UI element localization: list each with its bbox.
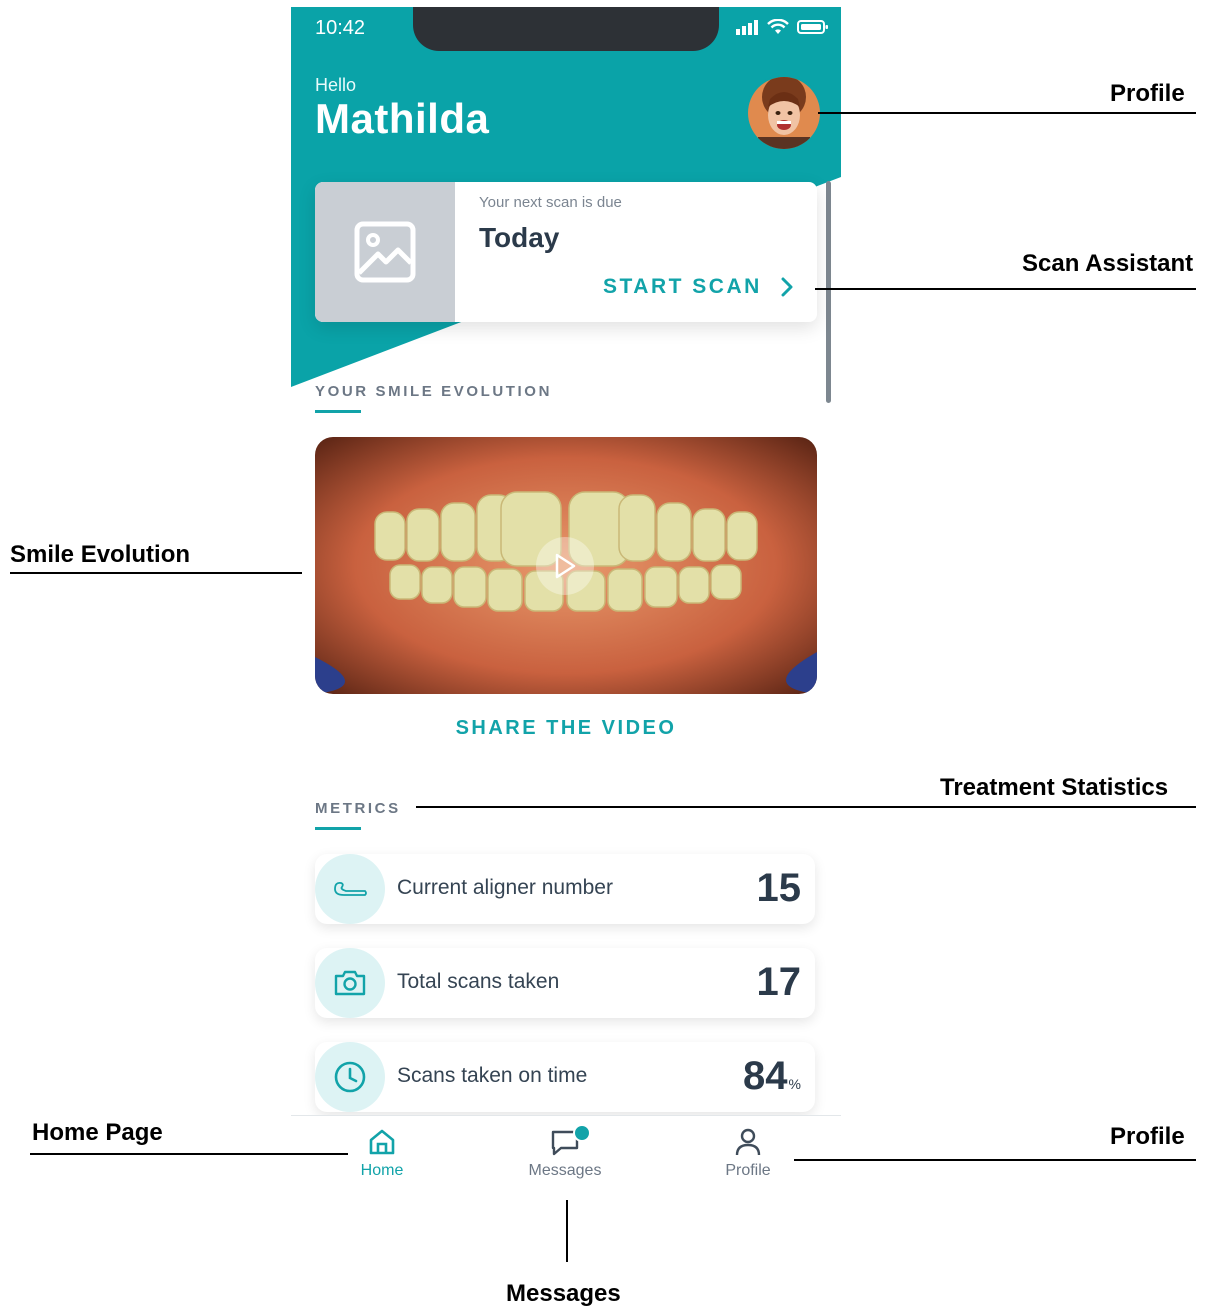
share-video-button[interactable]: SHARE THE VIDEO [291, 717, 841, 740]
nav-icon-wrap [688, 1122, 808, 1162]
smile-evolution-title: YOUR SMILE EVOLUTION [315, 383, 553, 400]
avatar-image [748, 77, 820, 149]
annotation-treatment-statistics: Treatment Statistics [940, 774, 1169, 801]
scan-due-date: Today [479, 222, 560, 253]
scan-assistant-card[interactable]: Your next scan is due Today START SCAN [315, 182, 817, 322]
annotation-profile-bottom: Profile [1110, 1123, 1185, 1150]
metric-value: 15 [757, 866, 802, 911]
scrollbar[interactable] [826, 181, 831, 403]
nav-icon-wrap [505, 1122, 625, 1162]
profile-avatar[interactable] [746, 75, 822, 151]
aligner-icon [334, 881, 367, 896]
annotation-line [794, 1159, 1196, 1161]
annotation-scan-assistant: Scan Assistant [1022, 250, 1194, 277]
device-notch [413, 7, 719, 51]
battery-icon [797, 20, 828, 34]
home-icon [369, 1129, 395, 1155]
metric-scans-on-time: Scans taken on time 84% [315, 1042, 815, 1112]
metric-value: 17 [757, 960, 802, 1005]
camera-icon [334, 970, 366, 996]
nav-messages-label: Messages [528, 1162, 602, 1179]
annotation-home-page: Home Page [32, 1119, 163, 1146]
metrics-title: METRICS [315, 800, 401, 817]
nav-profile[interactable]: Profile [688, 1122, 808, 1180]
wifi-icon [767, 19, 789, 34]
phone-screen: 10:42 Hello Mathilda Your next scan is d… [291, 7, 841, 1202]
nav-messages[interactable]: Messages [505, 1122, 625, 1180]
nav-home[interactable]: Home [322, 1122, 442, 1180]
user-name: Mathilda [315, 95, 490, 142]
smile-evolution-video[interactable] [315, 437, 817, 694]
section-underline [315, 827, 361, 830]
metric-total-scans: Total scans taken 17 [315, 948, 815, 1018]
metric-label: Total scans taken [397, 970, 560, 993]
metric-number: 84 [743, 1054, 788, 1098]
play-button[interactable] [536, 537, 594, 595]
play-icon [555, 553, 576, 579]
scan-due-label: Your next scan is due [479, 194, 622, 211]
nav-profile-label: Profile [725, 1162, 771, 1179]
unread-badge [573, 1124, 591, 1142]
metric-icon-circle [315, 854, 385, 924]
annotation-line [30, 1153, 348, 1155]
metric-label: Scans taken on time [397, 1064, 588, 1087]
section-underline [315, 410, 361, 413]
annotation-smile-evolution: Smile Evolution [10, 541, 191, 568]
status-time: 10:42 [315, 17, 366, 39]
greeting-text: Hello [315, 75, 357, 95]
nav-home-label: Home [360, 1162, 404, 1179]
annotation-line [815, 288, 1196, 290]
metric-label: Current aligner number [397, 876, 613, 899]
user-icon [735, 1128, 761, 1156]
nav-icon-wrap [322, 1122, 442, 1162]
annotation-messages: Messages [506, 1280, 621, 1307]
annotation-line [416, 806, 1196, 808]
signal-icon [736, 20, 758, 35]
metric-current-aligner: Current aligner number 15 [315, 854, 815, 924]
metric-icon-circle [315, 1042, 385, 1112]
metric-value: 84% [743, 1054, 801, 1099]
annotation-profile-top: Profile [1110, 80, 1185, 107]
annotation-line [566, 1200, 568, 1262]
scan-thumbnail [315, 182, 455, 322]
metric-unit: % [788, 1076, 801, 1092]
clock-icon [334, 1061, 366, 1093]
annotation-line [10, 572, 302, 574]
start-scan-label: START SCAN [603, 275, 762, 298]
start-scan-button[interactable]: START SCAN [603, 275, 794, 299]
image-placeholder-icon [354, 221, 416, 283]
metric-icon-circle [315, 948, 385, 1018]
status-icons [735, 19, 829, 35]
annotation-line [818, 112, 1196, 114]
metric-number: 15 [756, 866, 802, 910]
metric-number: 17 [756, 960, 802, 1004]
chevron-right-icon [781, 277, 793, 297]
bottom-navigation: Home Messages Profile [291, 1115, 841, 1202]
